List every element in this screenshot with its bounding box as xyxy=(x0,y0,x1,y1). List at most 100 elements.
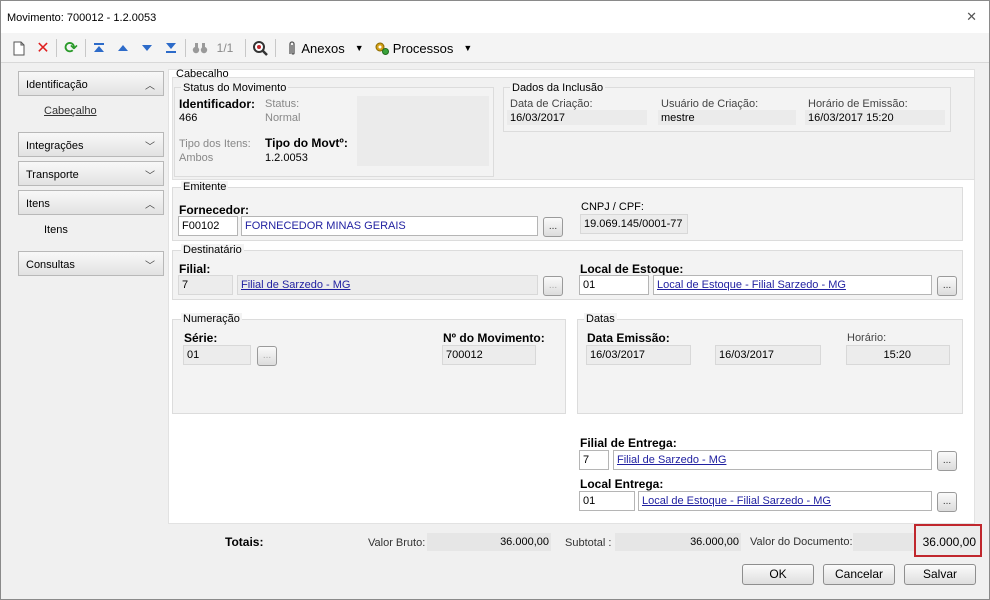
cancel-button[interactable]: Cancelar xyxy=(823,564,895,585)
data-emissao-secondary-field: 16/03/2017 xyxy=(715,345,821,365)
anexos-label: Anexos xyxy=(301,40,345,56)
paperclip-icon xyxy=(289,40,295,55)
valor-bruto-label: Valor Bruto: xyxy=(368,537,426,549)
chevron-up-icon: ︿ xyxy=(145,81,155,92)
horario-field: 15:20 xyxy=(846,345,950,365)
sidebar-section-label: Identificação xyxy=(26,79,88,91)
ok-button[interactable]: OK xyxy=(742,564,814,585)
sidebar-section-label: Itens xyxy=(26,198,50,210)
local-estoque-name-link[interactable]: Local de Estoque - Filial Sarzedo - MG xyxy=(657,279,846,291)
delete-icon[interactable]: ✕ xyxy=(35,39,51,57)
window-title: Movimento: 700012 - 1.2.0053 xyxy=(7,12,157,24)
tipo-movto-value: 1.2.0053 xyxy=(265,152,308,164)
sidebar-section-identificacao[interactable]: Identificação ︿ xyxy=(18,71,164,96)
binoculars-icon[interactable] xyxy=(191,39,209,57)
next-record-icon[interactable] xyxy=(139,39,155,57)
sidebar-section-label: Transporte xyxy=(26,169,79,181)
chevron-down-icon: ﹀ xyxy=(145,261,155,272)
local-entrega-name-field[interactable]: Local de Estoque - Filial Sarzedo - MG xyxy=(638,491,932,511)
cnpj-field: 19.069.145/0001-77 xyxy=(580,214,688,234)
usuario-criacao-value: mestre xyxy=(661,112,695,124)
fornecedor-name-field[interactable]: FORNECEDOR MINAS GERAIS xyxy=(241,216,538,236)
inclusao-title: Dados da Inclusão xyxy=(510,82,606,94)
sidebar-item-itens[interactable]: Itens xyxy=(44,224,68,236)
datas-title: Datas xyxy=(584,313,617,325)
status-label: Status: xyxy=(265,98,300,110)
new-document-icon[interactable] xyxy=(11,39,27,57)
horario-label: Horário: xyxy=(847,332,887,344)
identificador-value: 466 xyxy=(179,112,198,124)
filial-lookup-button[interactable]: ... xyxy=(543,276,563,296)
local-entrega-lookup-button[interactable]: ... xyxy=(937,492,957,512)
status-value: Normal xyxy=(265,112,301,124)
fornecedor-label: Fornecedor: xyxy=(179,203,250,217)
filial-name-field: Filial de Sarzedo - MG xyxy=(237,275,538,295)
chevron-down-icon: ﹀ xyxy=(145,142,155,153)
sidebar-section-integracoes[interactable]: Integrações ﹀ xyxy=(18,132,164,157)
filial-code-field: 7 xyxy=(178,275,233,295)
filial-entrega-code-field[interactable]: 7 xyxy=(579,450,609,470)
first-record-icon[interactable] xyxy=(91,39,107,57)
totais-label: Totais: xyxy=(225,535,264,549)
emitente-title: Emitente xyxy=(181,181,229,193)
local-estoque-code-field[interactable]: 01 xyxy=(579,275,649,295)
processos-label: Processos xyxy=(392,40,454,56)
filial-entrega-name-field[interactable]: Filial de Sarzedo - MG xyxy=(613,450,932,470)
sidebar-section-itens[interactable]: Itens ︿ xyxy=(18,190,164,215)
chevron-up-icon: ︿ xyxy=(145,200,155,211)
anexos-button[interactable]: Anexos ▼ xyxy=(283,39,367,57)
filial-entrega-lookup-button[interactable]: ... xyxy=(937,451,957,471)
tipo-movto-label: Tipo do Movtº: xyxy=(265,136,348,150)
chevron-down-icon: ▼ xyxy=(354,43,364,53)
horario-emissao-value: 16/03/2017 15:20 xyxy=(808,112,894,124)
valor-bruto-value: 36.000,00 xyxy=(500,536,549,548)
filial-label: Filial: xyxy=(179,262,211,276)
numero-movimento-field: 700012 xyxy=(442,345,536,365)
status-title: Status do Movimento xyxy=(181,82,289,94)
data-emissao-field: 16/03/2017 xyxy=(586,345,691,365)
gears-icon xyxy=(375,42,389,55)
refresh-icon[interactable]: ⟳ xyxy=(62,39,80,57)
sidebar-section-consultas[interactable]: Consultas ﹀ xyxy=(18,251,164,276)
chevron-down-icon: ▼ xyxy=(463,43,473,53)
local-estoque-lookup-button[interactable]: ... xyxy=(937,276,957,296)
save-button[interactable]: Salvar xyxy=(904,564,976,585)
zoom-search-icon[interactable] xyxy=(251,39,269,57)
last-record-icon[interactable] xyxy=(163,39,179,57)
usuario-criacao-label: Usuário de Criação: xyxy=(661,98,759,110)
valor-documento-label: Valor do Documento: xyxy=(750,536,853,548)
previous-record-icon[interactable] xyxy=(115,39,131,57)
valor-documento-value: 36.000,00 xyxy=(922,535,976,549)
serie-field: 01 xyxy=(183,345,251,365)
filial-name-link[interactable]: Filial de Sarzedo - MG xyxy=(241,279,350,291)
subtotal-label: Subtotal : xyxy=(565,537,612,549)
local-entrega-code-field[interactable]: 01 xyxy=(579,491,635,511)
sidebar-item-cabecalho[interactable]: Cabeçalho xyxy=(44,105,97,117)
local-estoque-name-field[interactable]: Local de Estoque - Filial Sarzedo - MG xyxy=(653,275,932,295)
sidebar-section-transporte[interactable]: Transporte ﹀ xyxy=(18,161,164,186)
close-icon[interactable]: ✕ xyxy=(966,9,977,25)
local-entrega-name-link[interactable]: Local de Estoque - Filial Sarzedo - MG xyxy=(642,495,831,507)
toolbar: ✕ ⟳ 1/1 Anexos ▼ Processos ▼ xyxy=(1,33,989,63)
local-estoque-label: Local de Estoque: xyxy=(580,262,684,276)
filial-entrega-label: Filial de Entrega: xyxy=(580,436,677,450)
destinatario-title: Destinatário xyxy=(181,244,244,256)
identificador-label: Identificador: xyxy=(179,97,256,111)
page-indicator: 1/1 xyxy=(216,41,234,55)
tipo-itens-value: Ambos xyxy=(179,152,214,164)
processos-button[interactable]: Processos ▼ xyxy=(373,39,473,57)
data-criacao-label: Data de Criação: xyxy=(510,98,593,110)
tipo-itens-label: Tipo dos Itens: xyxy=(179,138,251,150)
serie-label: Série: xyxy=(184,331,218,345)
cnpj-label: CNPJ / CPF: xyxy=(581,201,644,213)
fornecedor-lookup-button[interactable]: ... xyxy=(543,217,563,237)
sidebar-section-label: Consultas xyxy=(26,259,75,271)
numeracao-title: Numeração xyxy=(181,313,242,325)
data-emissao-label: Data Emissão: xyxy=(587,331,670,345)
serie-lookup-button[interactable]: ... xyxy=(257,346,277,366)
local-entrega-label: Local Entrega: xyxy=(580,477,664,491)
fornecedor-code-field[interactable]: F00102 xyxy=(178,216,238,236)
filial-entrega-name-link[interactable]: Filial de Sarzedo - MG xyxy=(617,454,726,466)
sidebar-section-label: Integrações xyxy=(26,140,84,152)
subtotal-value: 36.000,00 xyxy=(690,536,739,548)
